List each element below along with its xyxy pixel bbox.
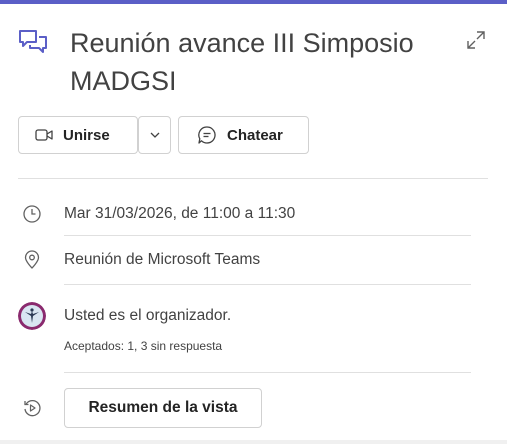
organizer-logo: [18, 302, 46, 330]
location-pin-icon: [24, 250, 40, 269]
chat-label: Chatear: [227, 126, 283, 144]
chat-bubble-icon: [198, 126, 216, 144]
attendance-summary: Aceptados: 1, 3 sin respuesta: [64, 339, 223, 353]
section-divider: [18, 178, 488, 179]
meeting-datetime: Mar 31/03/2026, de 11:00 a 11:30: [64, 205, 296, 222]
meeting-title: Reunión avance III Simposio MADGSI: [70, 28, 414, 96]
view-summary-button[interactable]: Resumen de la vista: [64, 388, 262, 428]
organizer-status: Usted es el organizador.: [64, 307, 232, 324]
meeting-location: Reunión de Microsoft Teams: [64, 251, 261, 268]
video-camera-icon: [35, 129, 53, 141]
clock-icon: [23, 205, 41, 223]
accent-bar: [0, 0, 507, 4]
chat-button[interactable]: Chatear: [178, 116, 309, 154]
meeting-detail-card: Reunión avance III Simposio MADGSI Unirs…: [0, 0, 507, 444]
row-divider: [64, 284, 471, 285]
join-label: Unirse: [63, 126, 110, 144]
expand-diagonal-icon[interactable]: [466, 30, 486, 50]
join-options-dropdown[interactable]: [138, 116, 171, 154]
avatar: [18, 302, 46, 330]
replay-icon: [24, 400, 41, 417]
chat-bubbles-icon: [19, 30, 47, 53]
chevron-down-icon: [150, 132, 159, 138]
bottom-edge: [0, 440, 507, 444]
join-button[interactable]: Unirse: [18, 116, 138, 154]
view-summary-label: Resumen de la vista: [88, 399, 238, 416]
row-divider: [64, 372, 471, 373]
row-divider: [64, 235, 471, 236]
